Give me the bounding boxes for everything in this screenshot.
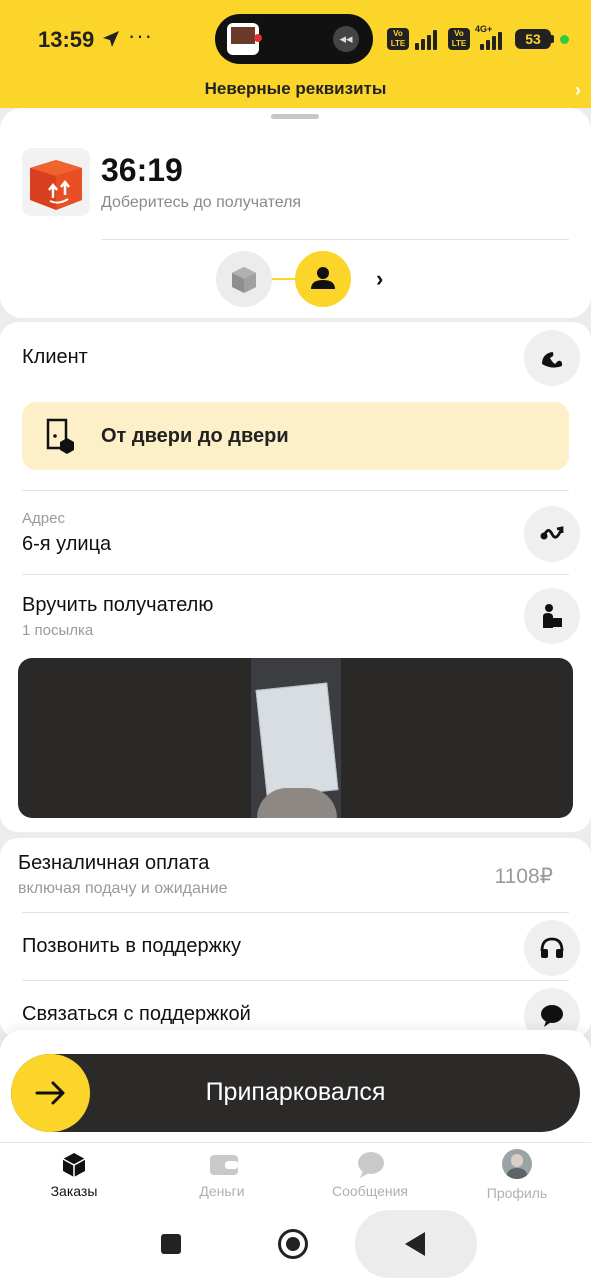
- swipe-label: Припарковался: [205, 1078, 386, 1106]
- headset-icon: [540, 937, 564, 958]
- volte-icon: Vo LTE: [387, 28, 409, 50]
- handover-label: Вручить получателю: [22, 594, 214, 616]
- back-button[interactable]: [355, 1210, 477, 1278]
- divider: [101, 239, 569, 240]
- tab-label: Заказы: [50, 1183, 98, 1199]
- person-parcel-icon: [543, 604, 562, 628]
- door-parcel-icon: [46, 418, 74, 454]
- error-banner[interactable]: Неверные реквизиты ›: [0, 76, 591, 108]
- delivery-timer: 36:19: [101, 152, 183, 188]
- divider: [22, 912, 569, 913]
- status-more: ···: [128, 23, 153, 48]
- phone-icon: [542, 352, 562, 368]
- dynamic-island[interactable]: ◂◂: [215, 14, 373, 64]
- parcel-icon: [232, 267, 256, 293]
- status-bar: 13:59 ··· ◂◂ Vo LTE Vo LTE 4G+ 53: [0, 0, 591, 76]
- divider: [22, 574, 569, 575]
- status-time: 13:59: [38, 27, 95, 52]
- box-icon: [61, 1151, 87, 1177]
- parked-swipe-button[interactable]: Припарковался: [11, 1054, 580, 1132]
- payment-card: Безналичная оплата включая подачу и ожид…: [0, 838, 591, 1044]
- call-support-button[interactable]: [524, 920, 580, 976]
- message-icon: [357, 1151, 384, 1178]
- location-arrow-icon: [103, 31, 119, 47]
- signal-icon: [413, 28, 439, 50]
- chevron-right-icon: ›: [575, 80, 581, 100]
- chat-support-label[interactable]: Связаться с поддержкой: [22, 1003, 251, 1026]
- route-icon: [540, 526, 564, 540]
- chat-bubble-icon: [541, 1005, 563, 1027]
- action-panel: Припарковался: [0, 1030, 591, 1142]
- chevron-right-icon[interactable]: ›: [376, 266, 383, 292]
- back-icon: [405, 1232, 425, 1256]
- step-recipient[interactable]: [295, 251, 351, 307]
- payment-amount: 1108₽: [494, 865, 553, 888]
- step-parcel[interactable]: [216, 251, 272, 307]
- tab-profile[interactable]: Профиль: [457, 1149, 577, 1201]
- call-client-button[interactable]: [524, 330, 580, 386]
- address-caption: Адрес: [22, 510, 65, 527]
- tab-money[interactable]: Деньги: [162, 1151, 282, 1199]
- order-subtitle: Доберитесь до получателя: [101, 194, 302, 211]
- vibrate-icon[interactable]: ◂◂: [333, 26, 359, 52]
- battery-icon: 53: [515, 29, 551, 49]
- tab-label: Деньги: [199, 1183, 245, 1199]
- recents-button[interactable]: [161, 1234, 181, 1254]
- home-button[interactable]: [278, 1229, 308, 1259]
- handover-count: 1 посылка: [22, 622, 94, 639]
- payment-label: Безналичная оплата: [18, 852, 210, 874]
- banner-text: Неверные реквизиты: [204, 79, 387, 98]
- package-up-icon: [22, 148, 90, 216]
- route-button[interactable]: [524, 506, 580, 562]
- charging-dot: [560, 35, 569, 44]
- divider: [22, 980, 569, 981]
- call-support-label[interactable]: Позвонить в поддержку: [22, 935, 241, 958]
- parcel-photo[interactable]: [18, 658, 573, 818]
- address-value[interactable]: 6-я улица: [22, 533, 111, 556]
- wallet-icon: [209, 1151, 238, 1177]
- tab-label: Сообщения: [332, 1183, 408, 1199]
- payment-sub: включая подачу и ожидание: [18, 880, 228, 897]
- handover-button[interactable]: [524, 588, 580, 644]
- delivery-type-label: От двери до двери: [101, 425, 289, 447]
- client-label: Клиент: [22, 346, 88, 368]
- signal-icon-2: [478, 32, 504, 50]
- divider: [22, 490, 569, 491]
- order-header-card: 36:19 Доберитесь до получателя ›: [0, 108, 591, 318]
- tab-messages[interactable]: Сообщения: [310, 1151, 430, 1199]
- delivery-type-box: От двери до двери: [22, 402, 569, 470]
- volte-icon-2: Vo LTE: [448, 28, 470, 50]
- avatar: [502, 1149, 532, 1179]
- system-nav-bar: [0, 1208, 591, 1280]
- order-details-card: Клиент От двери до двери Адрес 6-я улица…: [0, 322, 591, 832]
- bottom-tab-bar: Заказы Деньги Сообщения Профиль: [0, 1142, 591, 1208]
- photo-image: [251, 658, 341, 818]
- tab-label: Профиль: [486, 1185, 548, 1201]
- sheet-grabber[interactable]: [271, 114, 319, 119]
- person-icon: [311, 267, 335, 289]
- media-thumbnail[interactable]: [227, 23, 262, 55]
- battery-tip: [551, 35, 554, 43]
- tab-orders[interactable]: Заказы: [14, 1151, 134, 1199]
